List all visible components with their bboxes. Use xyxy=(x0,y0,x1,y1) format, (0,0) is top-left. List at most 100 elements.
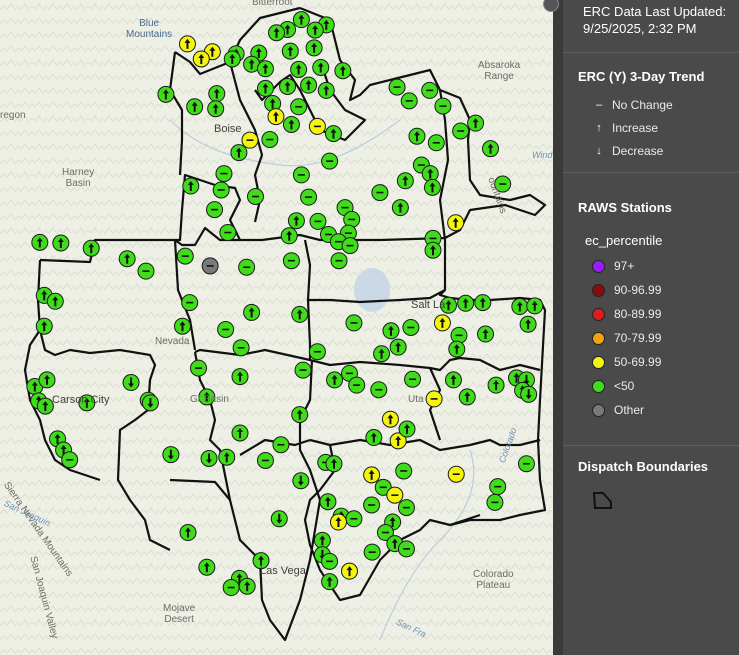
raws-station-marker[interactable] xyxy=(408,127,426,145)
raws-station-marker[interactable] xyxy=(207,100,225,118)
raws-station-marker[interactable] xyxy=(340,562,358,580)
raws-station-marker[interactable] xyxy=(329,513,347,531)
raws-station-marker[interactable] xyxy=(421,81,439,99)
raws-station-marker[interactable] xyxy=(305,39,323,57)
raws-station-marker[interactable] xyxy=(206,201,224,219)
raws-station-marker[interactable] xyxy=(223,50,241,68)
raws-station-marker[interactable] xyxy=(448,340,466,358)
raws-station-marker[interactable] xyxy=(519,315,537,333)
raws-station-marker[interactable] xyxy=(141,394,159,412)
raws-station-marker[interactable] xyxy=(326,371,344,389)
raws-station-marker[interactable] xyxy=(424,241,442,259)
raws-station-marker[interactable] xyxy=(300,188,318,206)
raws-station-marker[interactable] xyxy=(371,184,389,202)
raws-station-marker[interactable] xyxy=(290,98,308,116)
raws-station-marker[interactable] xyxy=(402,319,420,336)
raws-station-marker[interactable] xyxy=(52,234,70,252)
raws-station-marker[interactable] xyxy=(363,466,381,484)
raws-station-marker[interactable] xyxy=(341,237,359,255)
raws-station-marker[interactable] xyxy=(388,78,406,96)
raws-station-marker[interactable] xyxy=(317,81,335,99)
raws-station-marker[interactable] xyxy=(467,114,485,132)
raws-station-marker[interactable] xyxy=(425,390,443,408)
raws-station-marker[interactable] xyxy=(321,152,339,170)
raws-station-marker[interactable] xyxy=(452,122,470,140)
raws-station-marker[interactable] xyxy=(395,462,413,480)
raws-station-marker[interactable] xyxy=(61,451,79,469)
raws-station-marker[interactable] xyxy=(231,424,249,442)
raws-station-marker[interactable] xyxy=(31,233,49,251)
raws-station-marker[interactable] xyxy=(434,97,452,115)
raws-station-marker[interactable] xyxy=(246,188,264,205)
raws-station-marker[interactable] xyxy=(348,376,366,394)
raws-station-marker[interactable] xyxy=(447,214,465,232)
raws-station-marker[interactable] xyxy=(319,493,337,511)
raws-station-marker[interactable] xyxy=(306,21,324,39)
raws-station-marker[interactable] xyxy=(321,573,339,591)
raws-station-marker[interactable] xyxy=(82,239,100,257)
raws-station-marker[interactable] xyxy=(486,493,504,511)
raws-station-marker[interactable] xyxy=(433,314,451,332)
raws-station-marker[interactable] xyxy=(386,486,404,504)
raws-station-marker[interactable] xyxy=(118,250,136,268)
raws-station-marker[interactable] xyxy=(292,11,310,29)
raws-station-marker[interactable] xyxy=(308,117,326,135)
raws-station-marker[interactable] xyxy=(477,325,495,343)
raws-station-marker[interactable] xyxy=(178,35,196,53)
raws-station-marker[interactable] xyxy=(238,258,256,276)
raws-station-marker[interactable] xyxy=(157,85,175,103)
raws-station-marker[interactable] xyxy=(280,227,298,245)
raws-station-marker[interactable] xyxy=(232,339,250,357)
raws-station-marker[interactable] xyxy=(457,294,475,312)
raws-station-marker[interactable] xyxy=(404,370,422,388)
raws-station-marker[interactable] xyxy=(400,92,418,110)
raws-station-marker[interactable] xyxy=(243,303,261,321)
raws-station-marker[interactable] xyxy=(291,305,309,323)
raws-station-marker[interactable] xyxy=(38,371,56,389)
raws-station-marker[interactable] xyxy=(292,166,310,184)
raws-station-marker[interactable] xyxy=(321,552,339,570)
raws-station-marker[interactable] xyxy=(373,345,391,363)
raws-station-marker[interactable] xyxy=(325,455,343,473)
raws-station-marker[interactable] xyxy=(238,577,256,595)
map-canvas[interactable] xyxy=(0,0,553,655)
raws-station-marker[interactable] xyxy=(294,361,312,379)
raws-station-marker[interactable] xyxy=(334,62,352,80)
raws-station-marker[interactable] xyxy=(370,381,388,399)
raws-station-marker[interactable] xyxy=(212,181,230,199)
raws-station-marker[interactable] xyxy=(511,298,529,316)
raws-station-marker[interactable] xyxy=(173,317,191,335)
panel-divider[interactable] xyxy=(553,0,563,655)
raws-station-marker[interactable] xyxy=(256,79,274,97)
raws-station-marker[interactable] xyxy=(282,115,300,133)
raws-station-marker[interactable] xyxy=(396,172,414,190)
map-view[interactable]: Blue Mountains Bitterroot Absaroka Range r… xyxy=(0,0,553,655)
raws-station-marker[interactable] xyxy=(482,140,500,158)
raws-station-marker[interactable] xyxy=(290,60,308,78)
raws-station-marker[interactable] xyxy=(397,540,415,558)
raws-station-marker[interactable] xyxy=(474,294,492,312)
raws-station-marker[interactable] xyxy=(200,450,218,467)
raws-station-marker[interactable] xyxy=(46,292,64,310)
raws-station-marker[interactable] xyxy=(36,397,54,415)
raws-station-marker[interactable] xyxy=(272,436,290,454)
raws-station-marker[interactable] xyxy=(256,60,274,78)
raws-station-marker[interactable] xyxy=(345,314,363,332)
raws-station-marker[interactable] xyxy=(517,455,535,473)
raws-station-marker[interactable] xyxy=(312,58,330,76)
raws-station-marker[interactable] xyxy=(458,388,476,406)
raws-station-marker[interactable] xyxy=(186,98,204,116)
raws-station-marker[interactable] xyxy=(489,478,507,496)
raws-station-marker[interactable] xyxy=(230,144,248,162)
raws-station-marker[interactable] xyxy=(381,410,399,428)
raws-station-marker[interactable] xyxy=(324,125,342,143)
raws-station-marker[interactable] xyxy=(182,177,200,195)
raws-station-marker[interactable] xyxy=(345,510,363,528)
raws-station-marker[interactable] xyxy=(287,212,305,230)
raws-station-marker[interactable] xyxy=(363,543,381,561)
raws-station-marker[interactable] xyxy=(313,531,331,549)
raws-station-marker[interactable] xyxy=(181,294,199,312)
raws-station-marker[interactable] xyxy=(261,131,279,149)
raws-station-marker[interactable] xyxy=(201,257,219,275)
raws-station-marker[interactable] xyxy=(282,252,300,270)
